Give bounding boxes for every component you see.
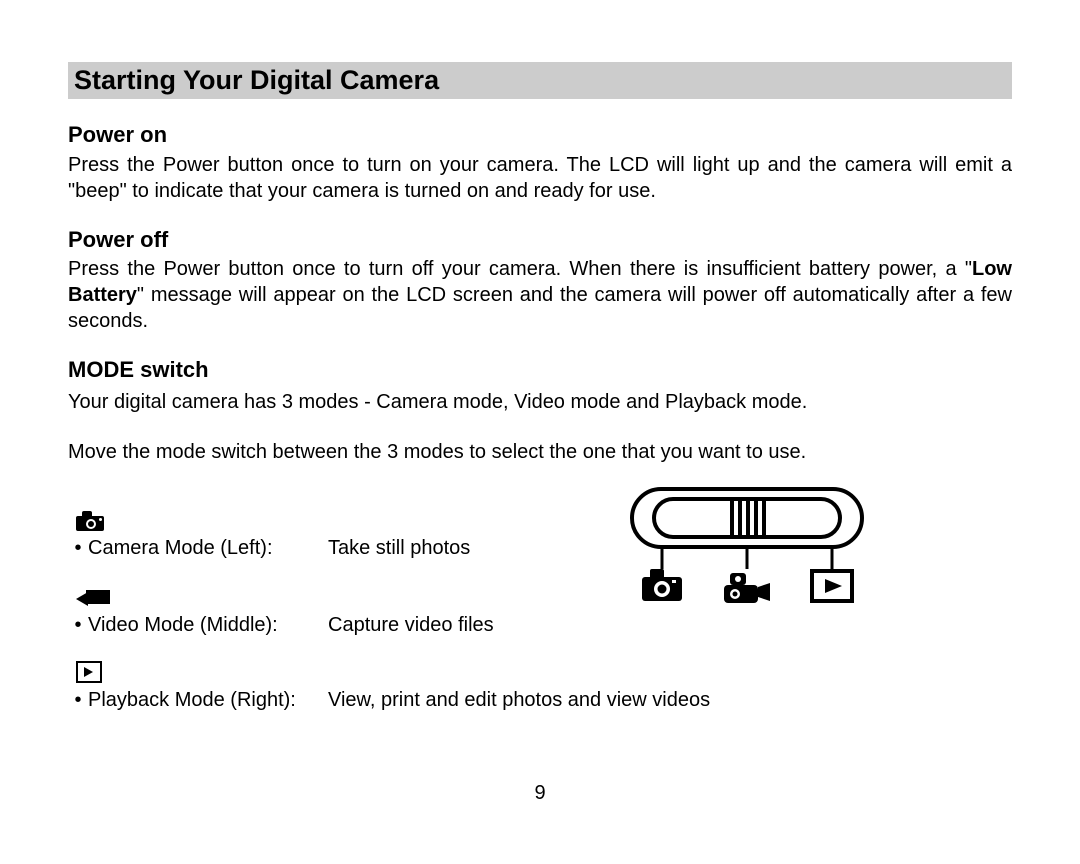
power-off-post: " message will appear on the LCD screen … [68,284,1012,332]
mode-switch-line2: Move the mode switch between the 3 modes… [68,439,1012,465]
playback-mode-icon-row [76,661,1012,683]
playback-mode-row: • Playback Mode (Right): View, print and… [68,689,1012,712]
camera-mode-label: Camera Mode (Left): [88,537,328,560]
bullet-icon: • [68,537,88,560]
bullet-icon: • [68,689,88,712]
modes-list: • Camera Mode (Left): Take still photos … [68,511,1012,712]
bullet-icon: • [68,614,88,637]
body-power-off: Press the Power button once to turn off … [68,256,1012,334]
section-mode-switch: MODE switch Your digital camera has 3 mo… [68,356,1012,465]
playback-mode-desc: View, print and edit photos and view vid… [328,689,1012,712]
playback-mode-label: Playback Mode (Right): [88,689,328,712]
mode-switch-diagram [612,481,882,621]
page-title: Starting Your Digital Camera [68,62,1012,99]
video-icon [76,590,110,608]
mode-switch-line1: Your digital camera has 3 modes - Camera… [68,389,1012,415]
manual-page: Starting Your Digital Camera Power on Pr… [0,0,1080,835]
section-power-on: Power on Press the Power button once to … [68,121,1012,204]
camera-icon [76,511,104,531]
power-off-pre: Press the Power button once to turn off … [68,258,972,280]
body-power-on: Press the Power button once to turn on y… [68,152,1012,204]
section-power-off: Power off Press the Power button once to… [68,226,1012,335]
heading-power-off: Power off [68,226,1012,255]
video-mode-label: Video Mode (Middle): [88,614,328,637]
playback-icon [76,661,102,683]
heading-mode-switch: MODE switch [68,356,1012,385]
heading-power-on: Power on [68,121,1012,150]
page-number: 9 [68,782,1012,805]
